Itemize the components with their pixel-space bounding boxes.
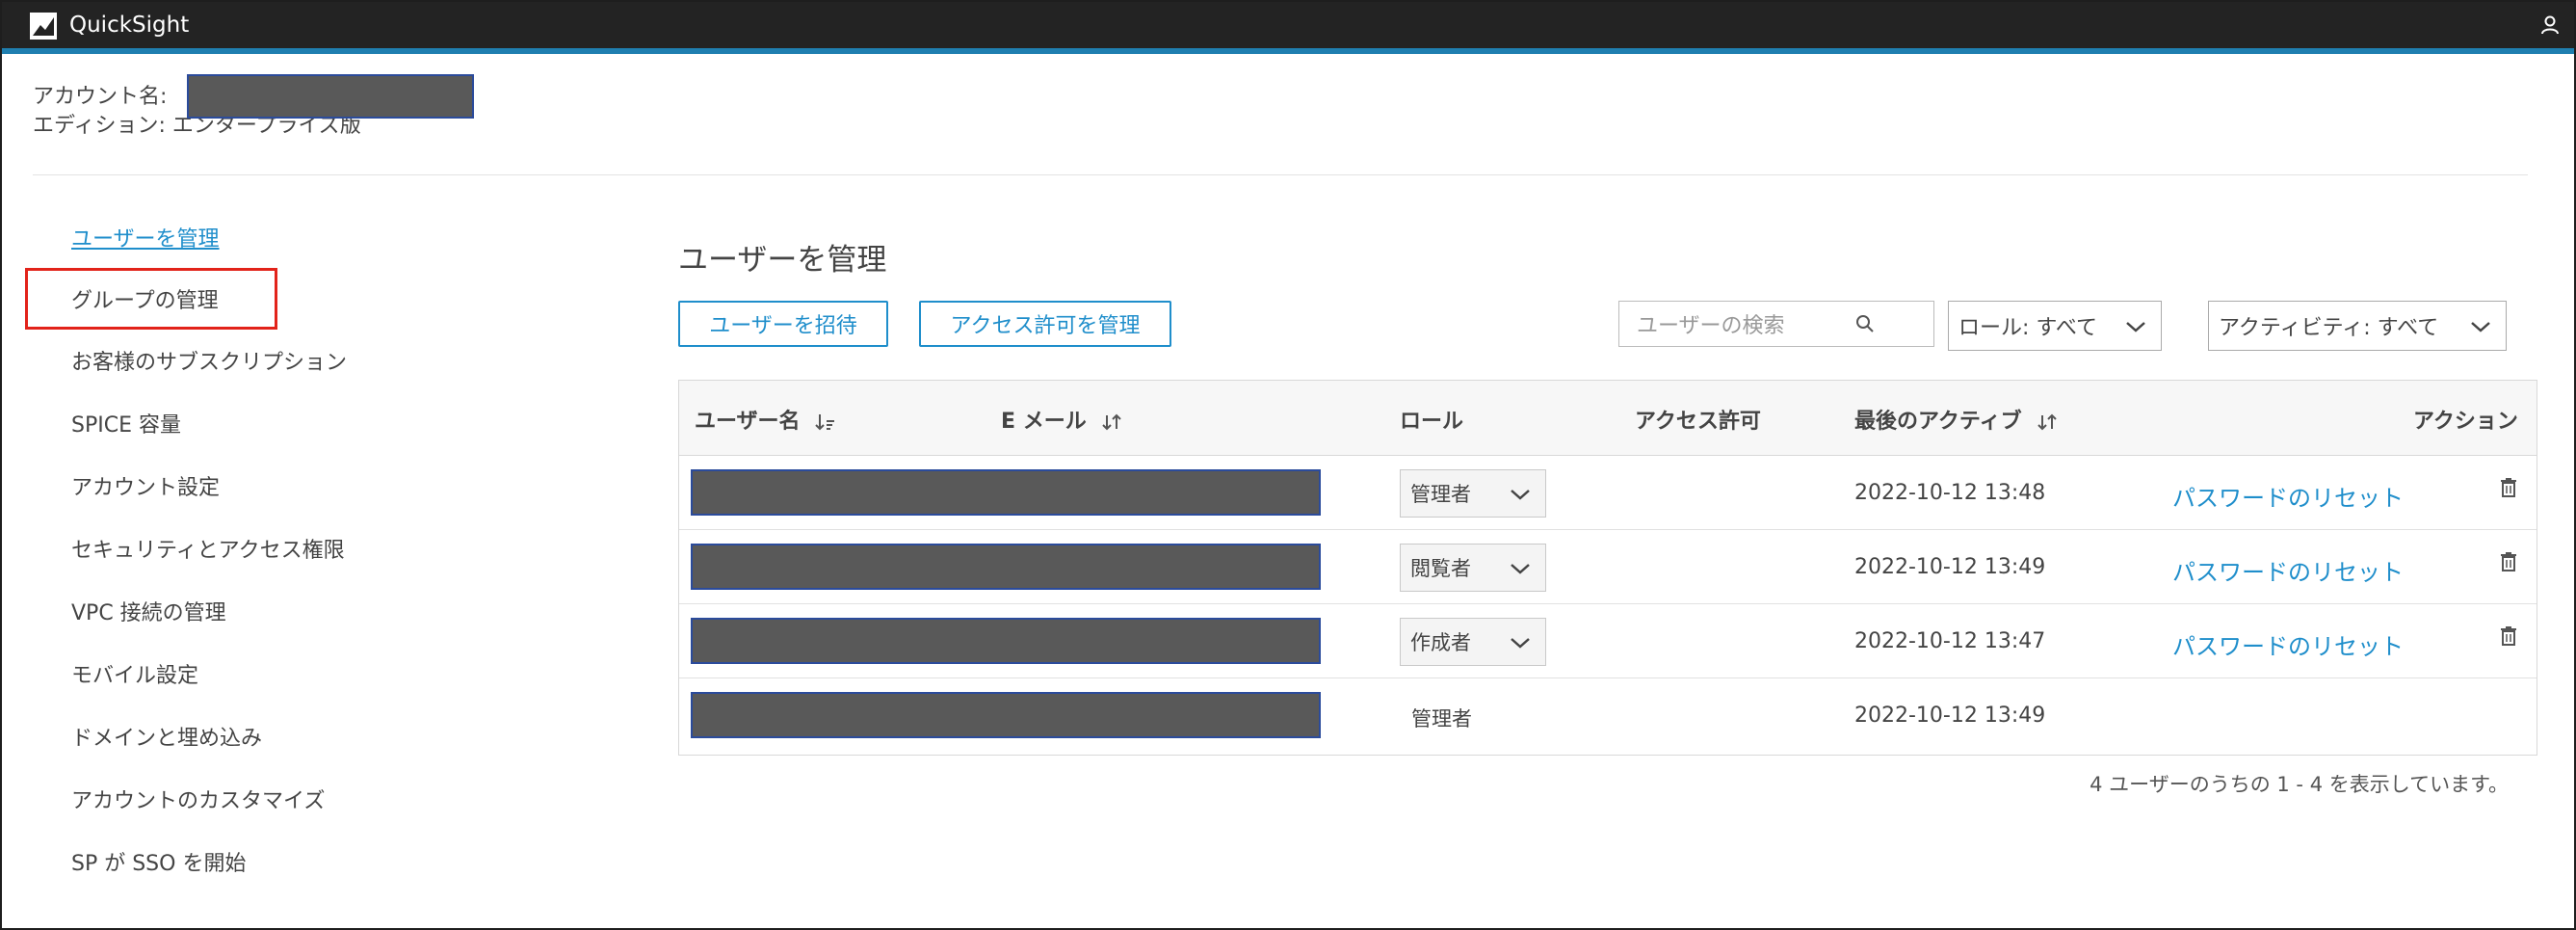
role-select[interactable]: 作成者 bbox=[1400, 618, 1546, 666]
reset-password-link[interactable]: パスワードのリセット bbox=[2172, 553, 2404, 587]
user-profile-icon[interactable] bbox=[2539, 14, 2561, 36]
sidebar-item-mobile[interactable]: モバイル設定 bbox=[71, 658, 198, 689]
last-active-date: 2022-10-12 13:49 bbox=[1854, 555, 2046, 579]
last-active-date: 2022-10-12 13:47 bbox=[1854, 629, 2046, 653]
manage-access-button[interactable]: アクセス許可を管理 bbox=[919, 301, 1171, 347]
redacted-user-cell bbox=[691, 618, 1321, 664]
col-email-header[interactable]: E メール bbox=[1001, 404, 1122, 435]
chevron-down-icon bbox=[1511, 638, 1530, 649]
sidebar-item-sso[interactable]: SP が SSO を開始 bbox=[71, 846, 246, 877]
table-row: 閲覧者 2022-10-12 13:49 パスワードのリセット bbox=[679, 530, 2537, 604]
invite-user-button[interactable]: ユーザーを招待 bbox=[678, 301, 888, 347]
table-row: 管理者 2022-10-12 13:48 パスワードのリセット bbox=[679, 456, 2537, 530]
chevron-down-icon bbox=[1511, 490, 1530, 500]
redacted-user-cell bbox=[691, 469, 1321, 516]
sidebar-item-manage-groups[interactable]: グループの管理 bbox=[71, 283, 219, 314]
search-placeholder: ユーザーの検索 bbox=[1637, 314, 1785, 338]
quicksight-logo-icon bbox=[30, 13, 57, 40]
reset-password-link[interactable]: パスワードのリセット bbox=[2172, 627, 2404, 661]
trash-icon[interactable] bbox=[2500, 551, 2517, 572]
table-header: ユーザー名 E メール ロール アクセス許可 最後のアクティブ アクション bbox=[679, 381, 2537, 456]
role-filter-select[interactable]: ロール: すべて bbox=[1948, 301, 2162, 351]
sidebar-item-vpc[interactable]: VPC 接続の管理 bbox=[71, 596, 226, 626]
app-name: QuickSight bbox=[69, 13, 190, 38]
col-action-header: アクション bbox=[2413, 410, 2518, 434]
sidebar-item-customize[interactable]: アカウントのカスタマイズ bbox=[71, 784, 325, 814]
page-title: ユーザーを管理 bbox=[678, 243, 887, 278]
chevron-down-icon bbox=[1511, 564, 1530, 574]
activity-filter-value: アクティビティ: すべて bbox=[2219, 316, 2439, 340]
sidebar-item-subscriptions[interactable]: お客様のサブスクリプション bbox=[71, 345, 347, 376]
last-active-date: 2022-10-12 13:48 bbox=[1854, 481, 2046, 505]
redacted-user-cell bbox=[691, 544, 1321, 590]
table-row: 作成者 2022-10-12 13:47 パスワードのリセット bbox=[679, 604, 2537, 678]
role-select[interactable]: 管理者 bbox=[1400, 469, 1546, 518]
last-active-date: 2022-10-12 13:49 bbox=[1854, 704, 2046, 728]
sort-icon[interactable] bbox=[2037, 412, 2058, 432]
sort-icon[interactable] bbox=[1101, 412, 1122, 432]
reset-password-link[interactable]: パスワードのリセット bbox=[2172, 479, 2404, 513]
role-select[interactable]: 閲覧者 bbox=[1400, 544, 1546, 592]
col-username-header[interactable]: ユーザー名 bbox=[695, 404, 836, 435]
redacted-user-cell bbox=[691, 692, 1321, 738]
user-search-input[interactable]: ユーザーの検索 bbox=[1618, 301, 1934, 347]
sidebar-item-account-settings[interactable]: アカウント設定 bbox=[71, 470, 220, 501]
trash-icon[interactable] bbox=[2500, 477, 2517, 498]
pagination-summary: 4 ユーザーのうちの 1 - 4 を表示しています。 bbox=[2090, 773, 2509, 796]
chevron-down-icon bbox=[2126, 322, 2145, 332]
trash-icon[interactable] bbox=[2500, 625, 2517, 647]
sort-desc-icon[interactable] bbox=[815, 412, 836, 432]
col-role-header: ロール bbox=[1400, 410, 1464, 434]
activity-filter-select[interactable]: アクティビティ: すべて bbox=[2208, 301, 2507, 351]
sidebar-item-domains[interactable]: ドメインと埋め込み bbox=[71, 721, 262, 752]
sidebar-item-security[interactable]: セキュリティとアクセス権限 bbox=[71, 533, 345, 564]
role-text: 管理者 bbox=[1411, 707, 1472, 731]
chevron-down-icon bbox=[2471, 322, 2490, 332]
search-icon[interactable] bbox=[1854, 313, 1876, 334]
col-last-active-header[interactable]: 最後のアクティブ bbox=[1854, 404, 2058, 435]
sidebar-item-manage-users[interactable]: ユーザーを管理 bbox=[71, 222, 220, 252]
header-divider bbox=[33, 174, 2528, 175]
role-filter-value: ロール: すべて bbox=[1958, 316, 2097, 340]
sidebar-item-spice-capacity[interactable]: SPICE 容量 bbox=[71, 408, 181, 438]
account-name-redacted bbox=[187, 74, 474, 119]
col-access-header: アクセス許可 bbox=[1635, 410, 1761, 434]
top-navigation-bar: QuickSight bbox=[2, 2, 2574, 54]
table-row: 管理者 2022-10-12 13:49 bbox=[679, 678, 2537, 753]
users-table: ユーザー名 E メール ロール アクセス許可 最後のアクティブ アクション 管理… bbox=[678, 380, 2537, 756]
